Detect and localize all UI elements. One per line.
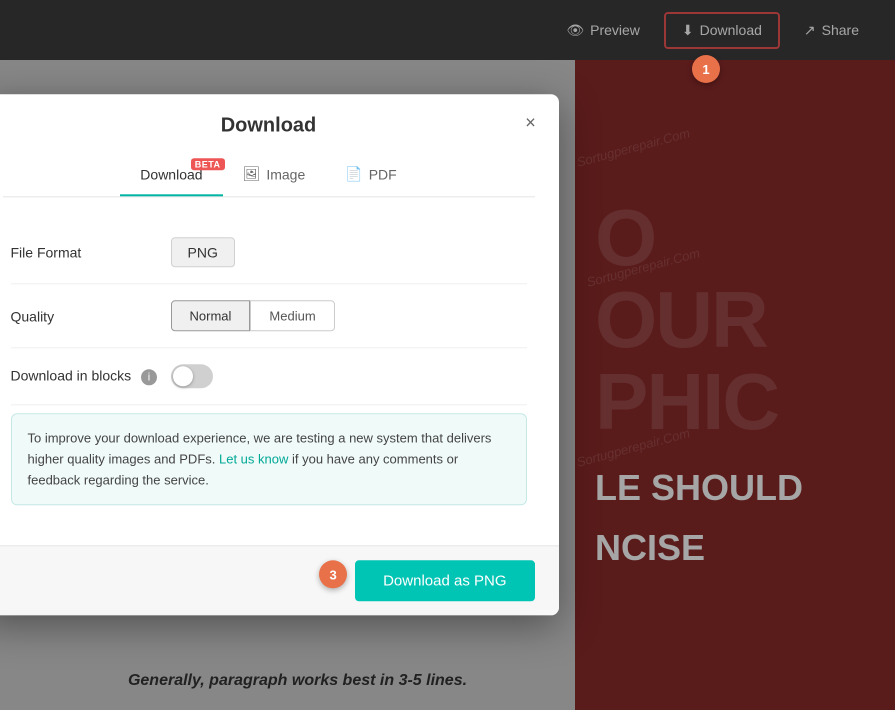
file-format-control: PNG [171, 237, 527, 267]
beta-badge: BETA [191, 158, 225, 170]
tab-pdf[interactable]: 📄 PDF [325, 153, 416, 196]
blocks-control [171, 364, 527, 388]
tab-download[interactable]: BETA Download [120, 154, 222, 196]
tab-image[interactable]: 🖼 Image [223, 153, 326, 196]
quality-control: Normal Medium [171, 300, 527, 331]
file-format-button[interactable]: PNG [171, 237, 235, 267]
download-as-png-button[interactable]: Download as PNG [355, 561, 534, 602]
modal-body: File Format PNG Quality Normal Medium [0, 197, 559, 545]
quality-label: Quality [11, 308, 171, 324]
toggle-knob [173, 366, 193, 386]
modal-header: Download × BETA Download 🖼 Image 📄 PDF [0, 94, 559, 197]
modal-footer: 3 Download as PNG [0, 546, 559, 616]
file-format-row: File Format PNG [11, 221, 527, 284]
blocks-row: Download in blocks i [11, 348, 527, 405]
blocks-label: Download in blocks i [11, 367, 171, 385]
tab-image-label: Image [266, 166, 305, 182]
modal-title: Download [3, 114, 535, 137]
info-box: To improve your download experience, we … [11, 413, 527, 505]
quality-normal-button[interactable]: Normal [171, 300, 251, 331]
blocks-toggle[interactable] [171, 364, 213, 388]
file-format-label: File Format [11, 244, 171, 260]
annotation-badge-1: 1 [692, 55, 720, 83]
tab-pdf-label: PDF [369, 166, 397, 182]
let-us-know-link[interactable]: Let us know [219, 451, 288, 466]
blocks-toggle-wrapper [171, 364, 527, 388]
image-icon: 🖼 [243, 165, 261, 182]
quality-group: Normal Medium [171, 300, 527, 331]
blocks-info-icon[interactable]: i [141, 369, 157, 385]
pdf-icon: 📄 [345, 165, 362, 182]
annotation-badge-3: 3 [319, 561, 347, 589]
modal-tabs: BETA Download 🖼 Image 📄 PDF [3, 153, 535, 197]
modal-close-button[interactable]: × [519, 110, 543, 134]
quality-row: Quality Normal Medium [11, 284, 527, 348]
quality-medium-button[interactable]: Medium [250, 300, 334, 331]
download-modal: 2 Download × BETA Download 🖼 Image 📄 PDF… [0, 94, 559, 615]
